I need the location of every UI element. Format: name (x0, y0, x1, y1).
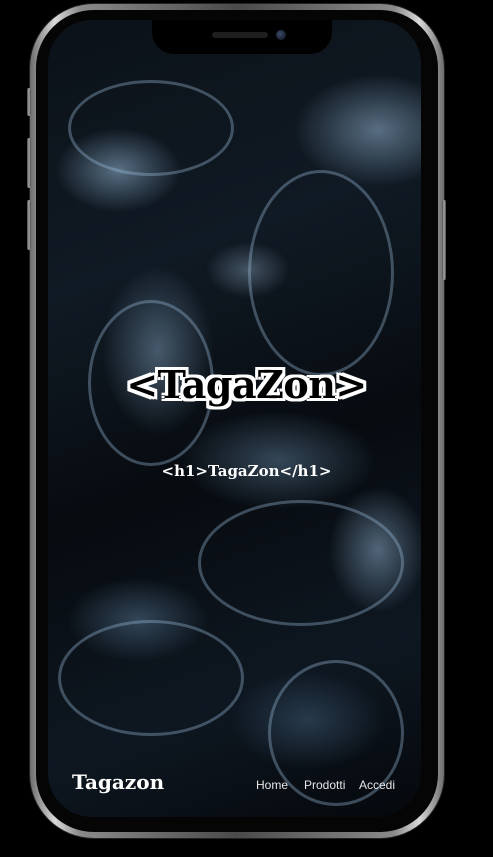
power-button (442, 200, 446, 280)
silent-switch (27, 88, 31, 116)
hero-subtitle: <h1>TagaZon</h1> (161, 462, 332, 480)
front-camera (276, 30, 286, 40)
nav-link-prodotti[interactable]: Prodotti (304, 778, 345, 792)
volume-down-button (27, 200, 31, 250)
navbar: Tagazon Home Prodotti Accedi (72, 768, 402, 798)
nav-link-home[interactable]: Home (256, 778, 288, 792)
marble-swirl (68, 80, 234, 176)
volume-up-button (27, 138, 31, 188)
marble-swirl (248, 170, 394, 376)
hero-title: <TagaZon> (126, 362, 367, 407)
marble-swirl (58, 620, 244, 736)
brand-logo[interactable]: Tagazon (72, 770, 164, 794)
marble-swirl (198, 500, 404, 626)
speaker-grille (212, 32, 268, 38)
nav-link-accedi[interactable]: Accedi (359, 778, 395, 792)
phone-screen-background (48, 20, 421, 817)
